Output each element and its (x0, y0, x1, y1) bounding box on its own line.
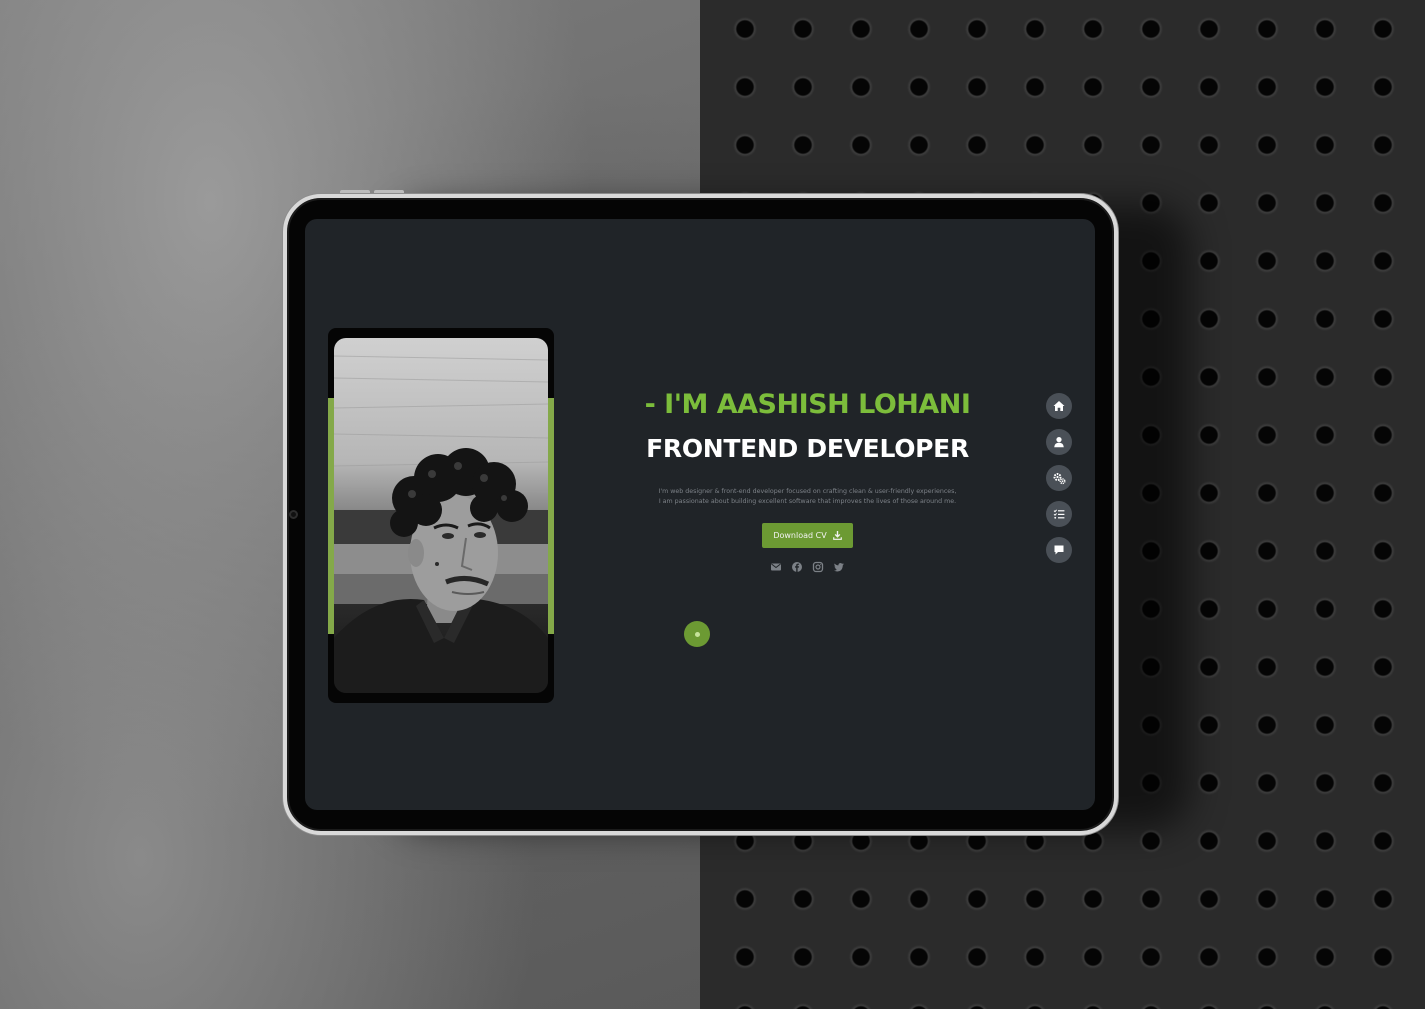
scroll-indicator-dot (684, 621, 710, 647)
hero-description: I'm web designer & front-end developer f… (658, 488, 957, 505)
envelope-icon[interactable] (770, 561, 782, 573)
facebook-icon[interactable] (791, 561, 803, 573)
nav-services-button[interactable] (1046, 465, 1072, 491)
profile-photo (334, 338, 548, 693)
nav-home-button[interactable] (1046, 393, 1072, 419)
download-cv-label: Download CV (773, 531, 827, 540)
download-cv-button[interactable]: Download CV (762, 523, 853, 548)
nav-contact-button[interactable] (1046, 537, 1072, 563)
hero-name-heading: - I'M AASHISH LOHANI (644, 389, 971, 420)
side-navigation (1046, 393, 1072, 563)
twitter-icon[interactable] (833, 561, 845, 573)
hero-role-heading: FRONTEND DEVELOPER (646, 434, 969, 463)
home-icon (1053, 400, 1065, 412)
nav-portfolio-button[interactable] (1046, 501, 1072, 527)
nav-about-button[interactable] (1046, 429, 1072, 455)
hero-section: - I'M AASHISH LOHANI FRONTEND DEVELOPER … (635, 389, 980, 573)
gears-icon (1053, 472, 1066, 485)
tablet-camera (289, 510, 298, 519)
comment-icon (1053, 544, 1065, 556)
profile-portrait-illustration (334, 355, 548, 693)
list-check-icon (1053, 508, 1065, 520)
user-icon (1053, 436, 1065, 448)
instagram-icon[interactable] (812, 561, 824, 573)
portfolio-screen: - I'M AASHISH LOHANI FRONTEND DEVELOPER … (305, 219, 1095, 810)
social-links (635, 561, 980, 573)
download-icon (832, 531, 842, 540)
